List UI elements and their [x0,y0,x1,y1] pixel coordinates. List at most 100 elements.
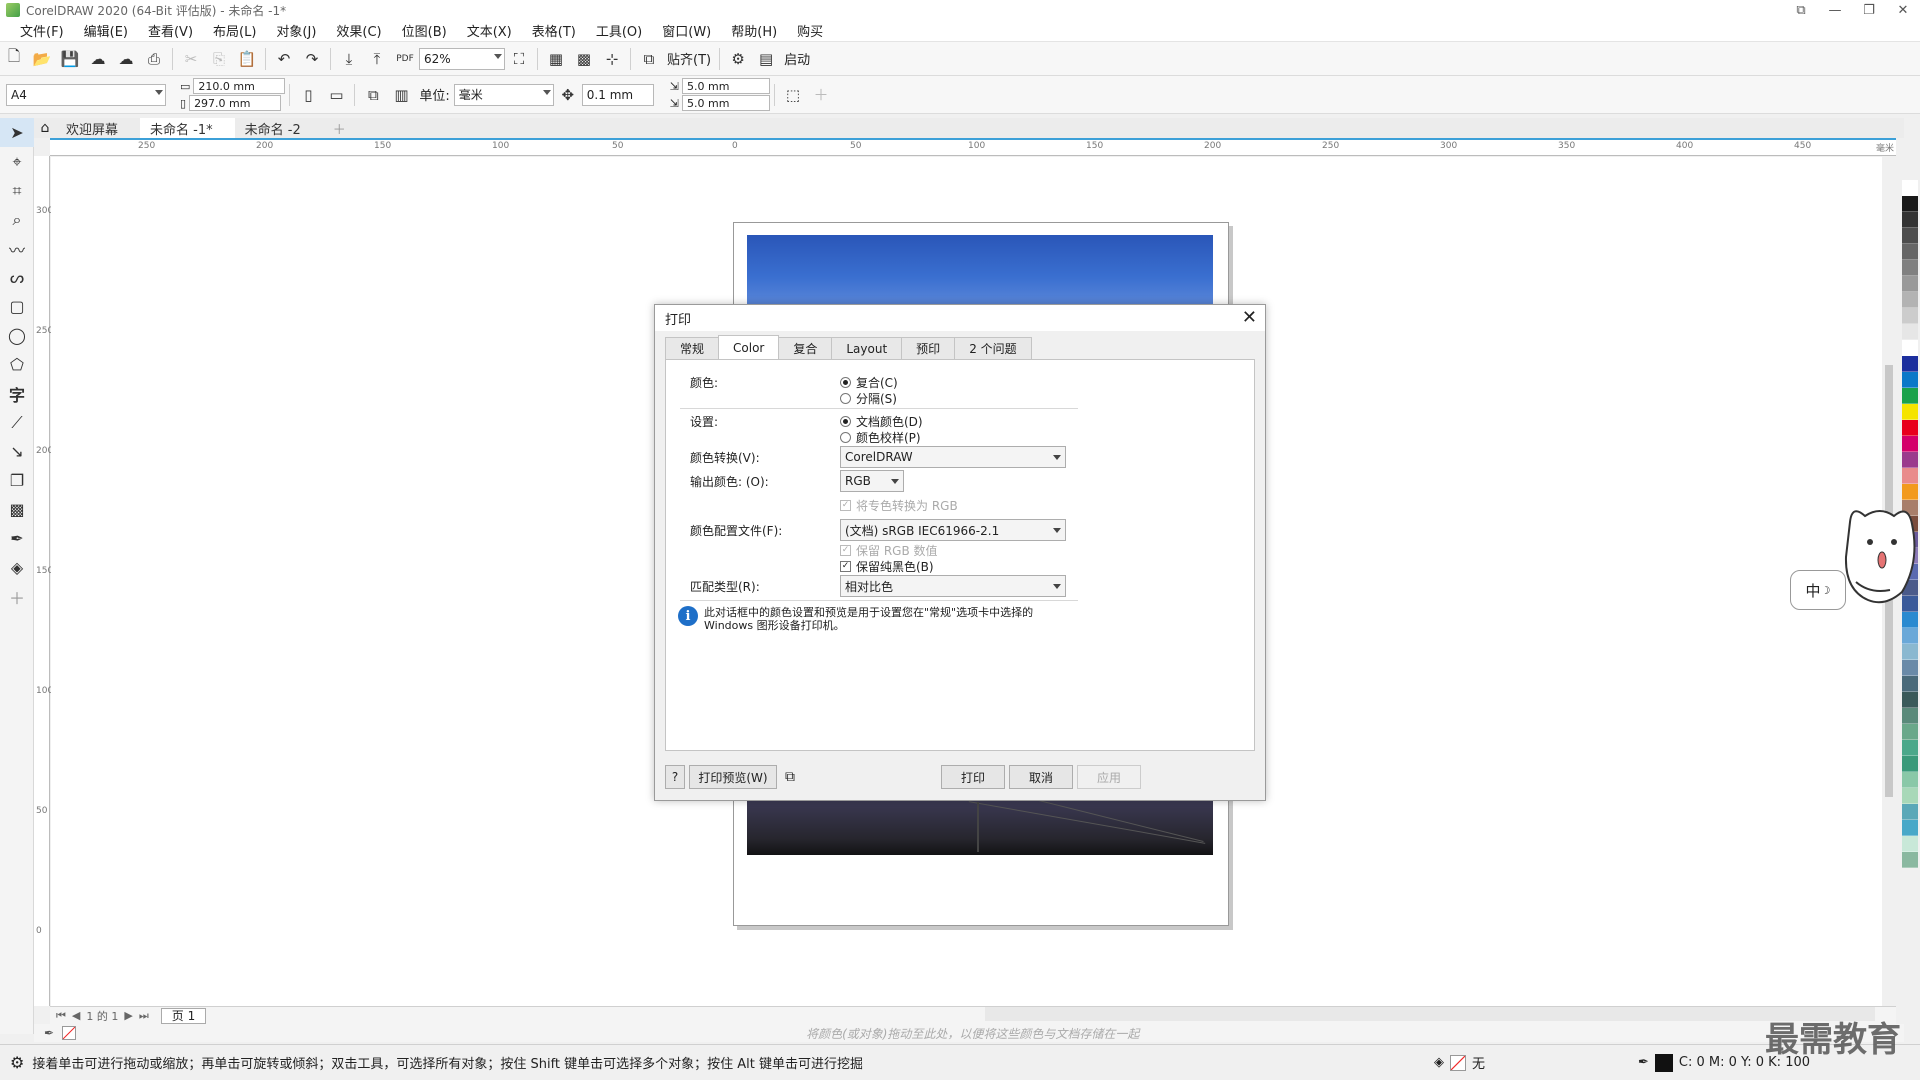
status-gear-icon[interactable]: ⚙ [10,1053,24,1072]
menu-view[interactable]: 查看(V) [138,21,203,40]
palette-swatch[interactable] [1902,852,1918,868]
print-button[interactable]: 打印 [941,765,1005,789]
fill-none-swatch[interactable] [1450,1054,1466,1071]
rectangle-tool-icon[interactable]: ▢ [0,292,34,321]
snap-to-dropdown[interactable]: 贴齐(T) [667,49,711,68]
page-border-icon[interactable]: ⬚ [781,83,805,107]
menu-tools[interactable]: 工具(O) [586,21,652,40]
zoom-combo[interactable]: 62% [419,47,505,70]
palette-swatch[interactable] [1902,212,1918,228]
palette-swatch[interactable] [1902,276,1918,292]
menu-bitmaps[interactable]: 位图(B) [392,21,457,40]
tab-prepress[interactable]: 预印 [901,337,956,359]
cloud-download-icon[interactable]: ☁ [86,47,110,71]
menu-table[interactable]: 表格(T) [522,21,586,40]
photo-street[interactable] [747,800,1213,855]
palette-swatch[interactable] [1902,180,1918,196]
cut-icon[interactable]: ✂ [179,47,203,71]
ellipse-tool-icon[interactable]: ◯ [0,321,34,350]
next-page-icon[interactable]: ▶ [124,1009,132,1022]
palette-swatch[interactable] [1902,612,1918,628]
palette-swatch[interactable] [1902,324,1918,340]
palette-swatch[interactable] [1902,292,1918,308]
portrait-icon[interactable]: ▯ [296,83,320,107]
menu-file[interactable]: 文件(F) [10,21,74,40]
intent-select[interactable]: 相对比色 [840,575,1066,597]
import-icon[interactable]: ⤓ [337,47,361,71]
paste-icon[interactable]: 📋 [235,47,259,71]
add-tab-icon[interactable]: ＋ [323,118,368,138]
tab-untitled-1[interactable]: 未命名 -1* [140,118,235,138]
tab-composite[interactable]: 复合 [778,337,833,359]
interactive-fill-icon[interactable]: ◈ [0,553,34,582]
maximize-button[interactable]: ❐ [1852,3,1886,18]
shape-tool-icon[interactable]: ⌖ [0,147,34,176]
palette-swatch[interactable] [1902,756,1918,772]
palette-swatch[interactable] [1902,788,1918,804]
save-icon[interactable]: 💾 [58,47,82,71]
page-tab-1[interactable]: 页 1 [160,1007,207,1024]
palette-swatch[interactable] [1902,260,1918,276]
preserve-black-checkbox[interactable]: ✓ 保留纯黑色(B) [840,558,934,575]
all-pages-icon[interactable]: ⧉ [361,83,385,107]
tab-welcome[interactable]: 欢迎屏幕 [56,118,140,138]
palette-swatch[interactable] [1902,244,1918,260]
palette-swatch[interactable] [1902,692,1918,708]
ime-indicator[interactable]: 中 ☽ [1790,570,1846,610]
palette-swatch[interactable] [1902,372,1918,388]
menu-window[interactable]: 窗口(W) [652,21,721,40]
menu-help[interactable]: 帮助(H) [721,21,787,40]
palette-swatch[interactable] [1902,356,1918,372]
palette-swatch[interactable] [1902,836,1918,852]
full-screen-icon[interactable]: ⛶ [507,47,531,71]
launch-dropdown[interactable]: 启动 [784,49,810,68]
first-page-icon[interactable]: ⏮ [56,1009,66,1023]
zoom-tool-icon[interactable]: ⌕ [0,205,34,234]
add-tool-icon[interactable]: ＋ [0,582,34,611]
print-icon[interactable]: ⎙ [142,47,166,71]
duplicate-x-field[interactable]: 5.0 mm [682,78,771,94]
palette-swatch[interactable] [1902,484,1918,500]
palette-swatch[interactable] [1902,308,1918,324]
pdf-icon[interactable]: PDF [393,47,417,71]
palette-swatch[interactable] [1902,436,1918,452]
palette-swatch[interactable] [1902,804,1918,820]
menu-buy[interactable]: 购买 [787,21,833,40]
open-icon[interactable]: 📂 [30,47,54,71]
menu-layout[interactable]: 布局(L) [203,21,266,40]
composite-radio[interactable]: 复合(C) [840,374,898,391]
cancel-button[interactable]: 取消 [1009,765,1073,789]
horizontal-ruler[interactable]: 250 200 150 100 50 0 50 100 150 200 250 … [50,138,1896,156]
palette-swatch[interactable] [1902,772,1918,788]
preserve-rgb-checkbox[interactable]: ✓ 保留 RGB 数值 [840,542,938,559]
prev-page-icon[interactable]: ◀ [72,1009,80,1022]
eyedropper-icon[interactable]: ✒ [44,1026,54,1040]
page-width-field[interactable]: 210.0 mm [193,78,286,94]
new-document-icon[interactable]: 🗋 [2,47,26,71]
connector-tool-icon[interactable]: ↘ [0,437,34,466]
photo-sky[interactable] [747,235,1213,305]
palette-swatch[interactable] [1902,228,1918,244]
polygon-tool-icon[interactable]: ⬠ [0,350,34,379]
palette-swatch[interactable] [1902,452,1918,468]
text-tool-icon[interactable]: 字 [0,379,34,408]
print-preview-button[interactable]: 打印预览(W) [689,765,777,789]
spot-to-rgb-checkbox[interactable]: ✓ 将专色转换为 RGB [840,497,958,514]
tab-general[interactable]: 常规 [665,337,720,359]
tab-issues[interactable]: 2 个问题 [954,337,1032,359]
snap-icon[interactable]: ⧉ [637,47,661,71]
redo-icon[interactable]: ↷ [300,47,324,71]
palette-swatch[interactable] [1902,340,1918,356]
conversion-select[interactable]: CorelDRAW [840,446,1066,468]
launch-icon[interactable]: ▤ [754,47,778,71]
palette-swatch[interactable] [1902,644,1918,660]
show-guides-icon[interactable]: ⊹ [600,47,624,71]
output-select[interactable]: RGB [840,470,904,492]
palette-swatch[interactable] [1902,628,1918,644]
apply-button[interactable]: 应用 [1077,765,1141,789]
menu-text[interactable]: 文本(X) [457,21,522,40]
home-icon[interactable]: ⌂ [34,120,56,136]
freehand-tool-icon[interactable]: 〰 [0,234,34,263]
cloud-upload-icon[interactable]: ☁ [114,47,138,71]
palette-swatch[interactable] [1902,820,1918,836]
